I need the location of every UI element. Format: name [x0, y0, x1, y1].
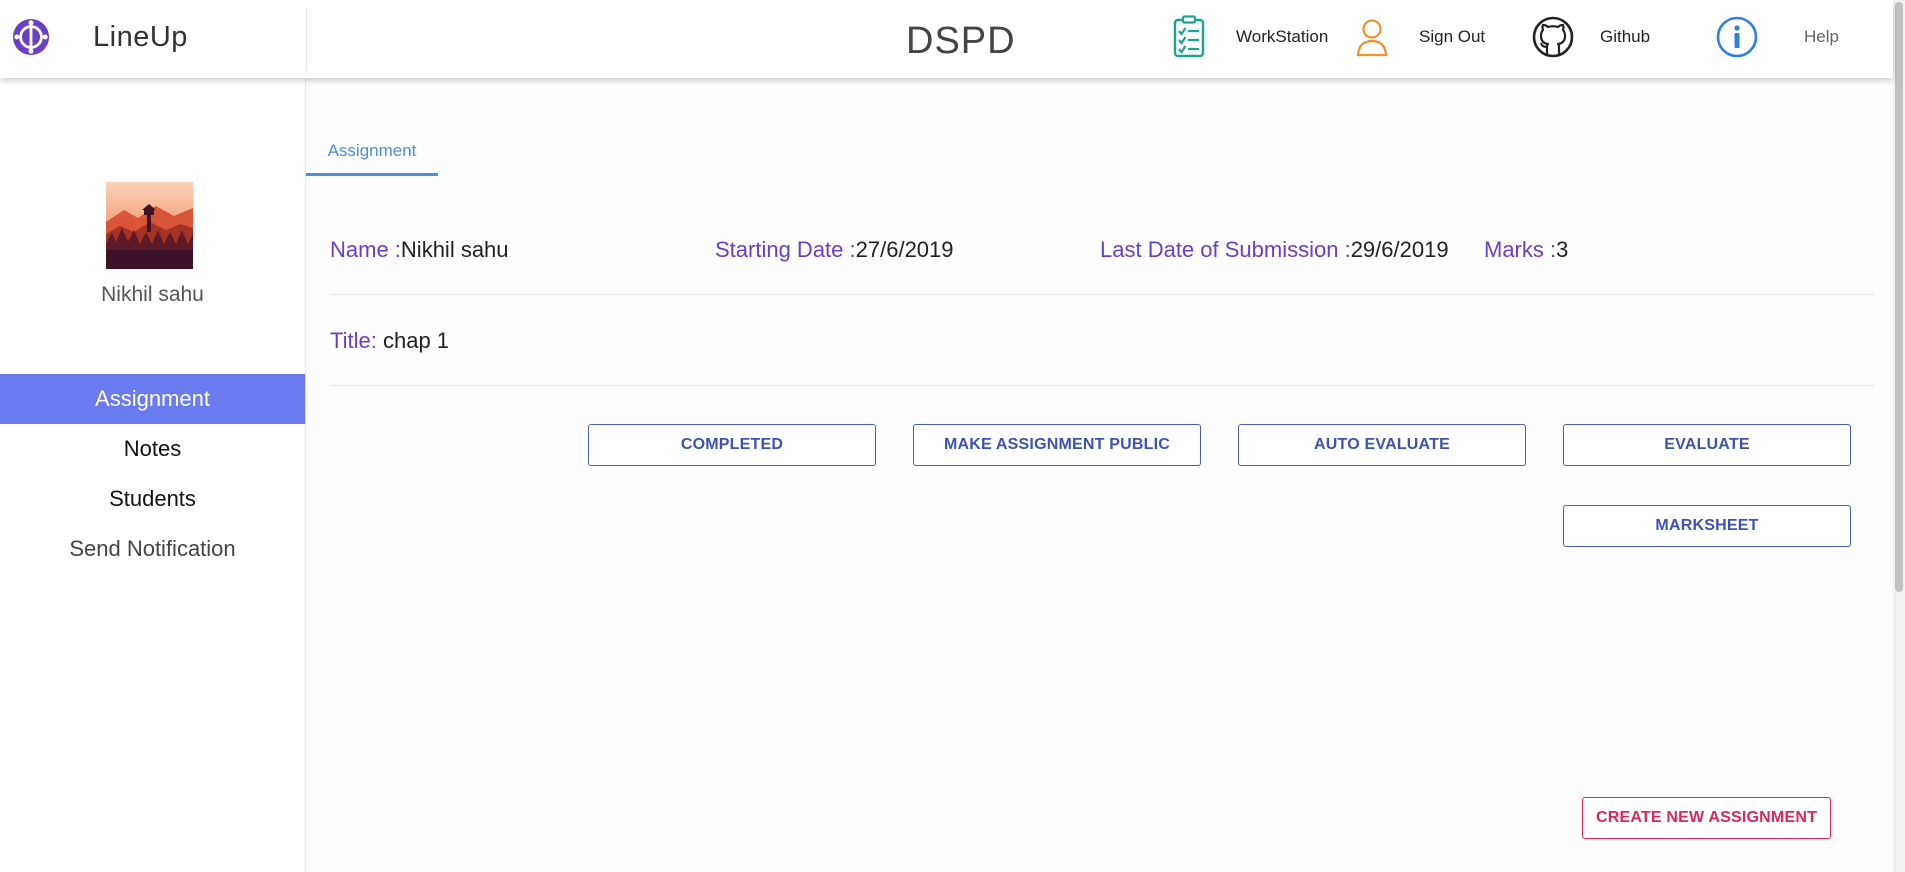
marks-value: 3 [1556, 237, 1569, 262]
avatar [106, 182, 193, 269]
sidebar-item-assignment[interactable]: Assignment [0, 374, 305, 424]
make-assignment-public-button[interactable]: MAKE ASSIGNMENT PUBLIC [913, 424, 1201, 466]
nav-workstation[interactable]: WorkStation [1166, 14, 1328, 60]
top-app-bar: LineUp DSPD WorkStation Sign Out Github [0, 0, 1893, 78]
evaluate-button[interactable]: EVALUATE [1563, 424, 1851, 466]
create-new-assignment-button[interactable]: CREATE NEW ASSIGNMENT [1582, 797, 1831, 839]
name-label: Name : [330, 237, 401, 262]
nav-workstation-label: WorkStation [1236, 27, 1329, 46]
nav-sign-out-label: Sign Out [1419, 27, 1486, 46]
title-label: Title: [330, 328, 377, 353]
profile-name: Nikhil sahu [101, 283, 204, 306]
name-value: Nikhil sahu [400, 237, 509, 262]
auto-evaluate-button[interactable]: AUTO EVALUATE [1238, 424, 1526, 466]
brand[interactable]: LineUp [12, 18, 188, 56]
sidebar-menu: Assignment Notes Students Send Notificat… [0, 374, 305, 574]
nav-help[interactable]: Help [1714, 14, 1839, 60]
last-date-label: Last Date of Submission : [1100, 237, 1351, 262]
sidebar-item-notes[interactable]: Notes [0, 424, 305, 474]
title-value: chap 1 [376, 328, 450, 353]
marksheet-button[interactable]: MARKSHEET [1563, 505, 1851, 547]
last-date-value: 29/6/2019 [1350, 237, 1449, 262]
nav-github[interactable]: Github [1530, 14, 1650, 60]
header-divider [306, 8, 307, 70]
main-content: Assignment Name :Nikhil sahu Starting Da… [306, 78, 1893, 872]
assignment-marks: Marks :3 [1484, 237, 1568, 263]
info-icon [1716, 16, 1758, 58]
lineup-logo-icon [12, 18, 50, 56]
assignment-title: Title: chap 1 [330, 328, 449, 354]
divider [330, 294, 1874, 295]
assignment-start-date: Starting Date :27/6/2019 [715, 237, 954, 263]
sidebar-item-students[interactable]: Students [0, 474, 305, 524]
user-outline-icon [1356, 19, 1388, 57]
sidebar: Nikhil sahu Assignment Notes Students Se… [0, 78, 306, 872]
assignment-name: Name :Nikhil sahu [330, 237, 509, 263]
divider [330, 385, 1874, 386]
brand-name: LineUp [93, 20, 188, 53]
marks-label: Marks : [1484, 237, 1557, 262]
sidebar-item-send-notification[interactable]: Send Notification [0, 524, 305, 574]
page-scrollbar[interactable] [1893, 0, 1905, 872]
clipboard-checklist-icon [1173, 15, 1205, 58]
tab-assignment[interactable]: Assignment [306, 135, 438, 176]
course-title: DSPD [906, 20, 1016, 62]
scrollbar-thumb[interactable] [1895, 2, 1903, 592]
nav-help-label: Help [1804, 27, 1839, 46]
completed-button[interactable]: COMPLETED [588, 424, 876, 466]
start-date-value: 27/6/2019 [855, 237, 954, 262]
github-icon [1532, 16, 1574, 58]
assignment-last-date: Last Date of Submission :29/6/2019 [1100, 237, 1449, 263]
start-date-label: Starting Date : [715, 237, 856, 262]
tab-assignment-label: Assignment [327, 141, 417, 160]
nav-sign-out[interactable]: Sign Out [1349, 14, 1485, 60]
nav-github-label: Github [1600, 27, 1651, 46]
